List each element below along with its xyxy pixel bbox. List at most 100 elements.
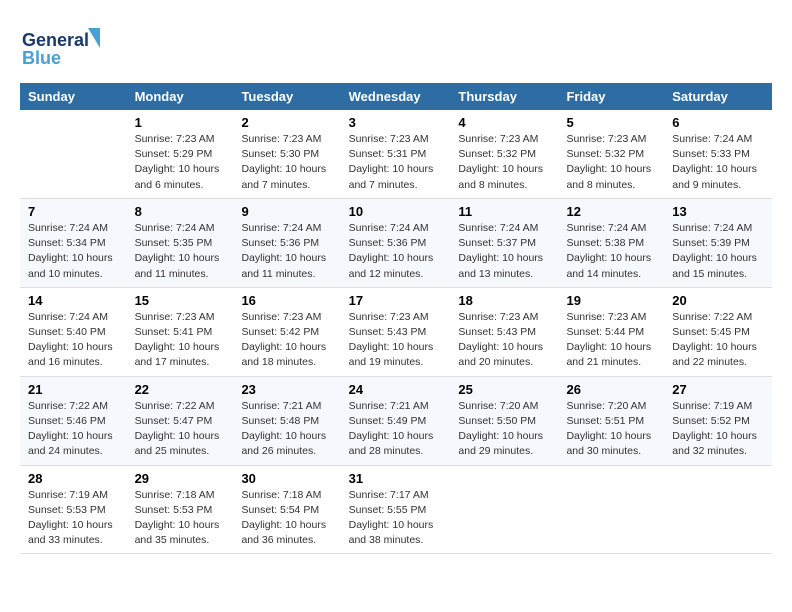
day-number: 7 — [28, 204, 119, 219]
calendar-cell: 25 Sunrise: 7:20 AM Sunset: 5:50 PM Dayli… — [450, 376, 558, 465]
svg-text:General: General — [22, 30, 89, 50]
calendar-cell: 29 Sunrise: 7:18 AM Sunset: 5:53 PM Dayli… — [127, 465, 234, 554]
week-row-2: 7 Sunrise: 7:24 AM Sunset: 5:34 PM Daylig… — [20, 198, 772, 287]
logo-svg: General Blue — [20, 20, 110, 70]
calendar-cell: 21Sunrise: 7:22 AM Sunset: 5:46 PM Dayli… — [20, 376, 127, 465]
day-number: 22 — [135, 382, 226, 397]
calendar-cell: 17 Sunrise: 7:23 AM Sunset: 5:43 PM Dayli… — [341, 287, 451, 376]
calendar-cell: 15Sunrise: 7:23 AM Sunset: 5:41 PM Dayli… — [127, 287, 234, 376]
week-row-4: 21Sunrise: 7:22 AM Sunset: 5:46 PM Dayli… — [20, 376, 772, 465]
calendar-cell: 8 Sunrise: 7:24 AM Sunset: 5:35 PM Daylig… — [127, 198, 234, 287]
day-number: 11 — [458, 204, 550, 219]
column-header-monday: Monday — [127, 83, 234, 110]
calendar-cell: 1 Sunrise: 7:23 AM Sunset: 5:29 PM Daylig… — [127, 110, 234, 198]
day-info: Sunrise: 7:19 AM Sunset: 5:53 PM Dayligh… — [28, 488, 119, 549]
day-info: Sunrise: 7:20 AM Sunset: 5:50 PM Dayligh… — [458, 399, 550, 460]
day-number: 2 — [241, 115, 332, 130]
day-info: Sunrise: 7:23 AM Sunset: 5:43 PM Dayligh… — [458, 310, 550, 371]
calendar-cell: 9Sunrise: 7:24 AM Sunset: 5:36 PM Daylig… — [233, 198, 340, 287]
day-info: Sunrise: 7:24 AM Sunset: 5:39 PM Dayligh… — [672, 221, 764, 282]
calendar-cell: 10 Sunrise: 7:24 AM Sunset: 5:36 PM Dayli… — [341, 198, 451, 287]
day-number: 24 — [349, 382, 443, 397]
week-row-5: 28 Sunrise: 7:19 AM Sunset: 5:53 PM Dayli… — [20, 465, 772, 554]
day-number: 20 — [672, 293, 764, 308]
column-header-thursday: Thursday — [450, 83, 558, 110]
day-number: 19 — [566, 293, 656, 308]
day-info: Sunrise: 7:24 AM Sunset: 5:38 PM Dayligh… — [566, 221, 656, 282]
day-info: Sunrise: 7:18 AM Sunset: 5:53 PM Dayligh… — [135, 488, 226, 549]
day-info: Sunrise: 7:23 AM Sunset: 5:32 PM Dayligh… — [566, 132, 656, 193]
column-header-wednesday: Wednesday — [341, 83, 451, 110]
calendar-cell: 16 Sunrise: 7:23 AM Sunset: 5:42 PM Dayli… — [233, 287, 340, 376]
column-header-friday: Friday — [558, 83, 664, 110]
calendar-cell: 20 Sunrise: 7:22 AM Sunset: 5:45 PM Dayli… — [664, 287, 772, 376]
day-number: 27 — [672, 382, 764, 397]
day-number: 12 — [566, 204, 656, 219]
calendar-cell: 4 Sunrise: 7:23 AM Sunset: 5:32 PM Daylig… — [450, 110, 558, 198]
day-info: Sunrise: 7:23 AM Sunset: 5:43 PM Dayligh… — [349, 310, 443, 371]
day-info: Sunrise: 7:23 AM Sunset: 5:41 PM Dayligh… — [135, 310, 226, 371]
calendar-cell: 19 Sunrise: 7:23 AM Sunset: 5:44 PM Dayli… — [558, 287, 664, 376]
day-info: Sunrise: 7:23 AM Sunset: 5:44 PM Dayligh… — [566, 310, 656, 371]
logo: General Blue — [20, 20, 110, 75]
day-info: Sunrise: 7:23 AM Sunset: 5:42 PM Dayligh… — [241, 310, 332, 371]
calendar-cell: 11 Sunrise: 7:24 AM Sunset: 5:37 PM Dayli… — [450, 198, 558, 287]
day-info: Sunrise: 7:24 AM Sunset: 5:37 PM Dayligh… — [458, 221, 550, 282]
day-number: 1 — [135, 115, 226, 130]
day-info: Sunrise: 7:24 AM Sunset: 5:34 PM Dayligh… — [28, 221, 119, 282]
calendar-cell: 22 Sunrise: 7:22 AM Sunset: 5:47 PM Dayli… — [127, 376, 234, 465]
calendar-header-row: SundayMondayTuesdayWednesdayThursdayFrid… — [20, 83, 772, 110]
day-number: 13 — [672, 204, 764, 219]
column-header-sunday: Sunday — [20, 83, 127, 110]
calendar-cell: 5 Sunrise: 7:23 AM Sunset: 5:32 PM Daylig… — [558, 110, 664, 198]
calendar-cell: 2Sunrise: 7:23 AM Sunset: 5:30 PM Daylig… — [233, 110, 340, 198]
day-number: 10 — [349, 204, 443, 219]
day-info: Sunrise: 7:21 AM Sunset: 5:48 PM Dayligh… — [241, 399, 332, 460]
calendar-table: SundayMondayTuesdayWednesdayThursdayFrid… — [20, 83, 772, 554]
day-info: Sunrise: 7:17 AM Sunset: 5:55 PM Dayligh… — [349, 488, 443, 549]
calendar-cell: 28 Sunrise: 7:19 AM Sunset: 5:53 PM Dayli… — [20, 465, 127, 554]
calendar-cell: 30 Sunrise: 7:18 AM Sunset: 5:54 PM Dayli… — [233, 465, 340, 554]
day-info: Sunrise: 7:19 AM Sunset: 5:52 PM Dayligh… — [672, 399, 764, 460]
calendar-cell: 31Sunrise: 7:17 AM Sunset: 5:55 PM Dayli… — [341, 465, 451, 554]
day-info: Sunrise: 7:24 AM Sunset: 5:36 PM Dayligh… — [349, 221, 443, 282]
calendar-cell — [664, 465, 772, 554]
day-number: 29 — [135, 471, 226, 486]
page-header: General Blue — [20, 20, 772, 75]
day-number: 26 — [566, 382, 656, 397]
day-number: 16 — [241, 293, 332, 308]
day-info: Sunrise: 7:24 AM Sunset: 5:35 PM Dayligh… — [135, 221, 226, 282]
day-info: Sunrise: 7:24 AM Sunset: 5:33 PM Dayligh… — [672, 132, 764, 193]
day-info: Sunrise: 7:24 AM Sunset: 5:36 PM Dayligh… — [241, 221, 332, 282]
calendar-cell — [558, 465, 664, 554]
calendar-cell: 27 Sunrise: 7:19 AM Sunset: 5:52 PM Dayli… — [664, 376, 772, 465]
day-info: Sunrise: 7:23 AM Sunset: 5:29 PM Dayligh… — [135, 132, 226, 193]
day-number: 25 — [458, 382, 550, 397]
day-number: 17 — [349, 293, 443, 308]
day-info: Sunrise: 7:21 AM Sunset: 5:49 PM Dayligh… — [349, 399, 443, 460]
day-number: 4 — [458, 115, 550, 130]
day-number: 5 — [566, 115, 656, 130]
day-number: 18 — [458, 293, 550, 308]
day-info: Sunrise: 7:23 AM Sunset: 5:32 PM Dayligh… — [458, 132, 550, 193]
day-number: 14 — [28, 293, 119, 308]
day-info: Sunrise: 7:22 AM Sunset: 5:45 PM Dayligh… — [672, 310, 764, 371]
calendar-cell: 23 Sunrise: 7:21 AM Sunset: 5:48 PM Dayli… — [233, 376, 340, 465]
calendar-cell: 13 Sunrise: 7:24 AM Sunset: 5:39 PM Dayli… — [664, 198, 772, 287]
calendar-cell: 6Sunrise: 7:24 AM Sunset: 5:33 PM Daylig… — [664, 110, 772, 198]
calendar-cell: 12 Sunrise: 7:24 AM Sunset: 5:38 PM Dayli… — [558, 198, 664, 287]
day-info: Sunrise: 7:22 AM Sunset: 5:47 PM Dayligh… — [135, 399, 226, 460]
week-row-1: 1 Sunrise: 7:23 AM Sunset: 5:29 PM Daylig… — [20, 110, 772, 198]
day-number: 23 — [241, 382, 332, 397]
calendar-cell: 24 Sunrise: 7:21 AM Sunset: 5:49 PM Dayli… — [341, 376, 451, 465]
column-header-saturday: Saturday — [664, 83, 772, 110]
day-number: 3 — [349, 115, 443, 130]
day-number: 21 — [28, 382, 119, 397]
day-info: Sunrise: 7:23 AM Sunset: 5:31 PM Dayligh… — [349, 132, 443, 193]
calendar-cell — [20, 110, 127, 198]
day-number: 28 — [28, 471, 119, 486]
day-number: 30 — [241, 471, 332, 486]
day-info: Sunrise: 7:24 AM Sunset: 5:40 PM Dayligh… — [28, 310, 119, 371]
day-number: 8 — [135, 204, 226, 219]
day-info: Sunrise: 7:18 AM Sunset: 5:54 PM Dayligh… — [241, 488, 332, 549]
